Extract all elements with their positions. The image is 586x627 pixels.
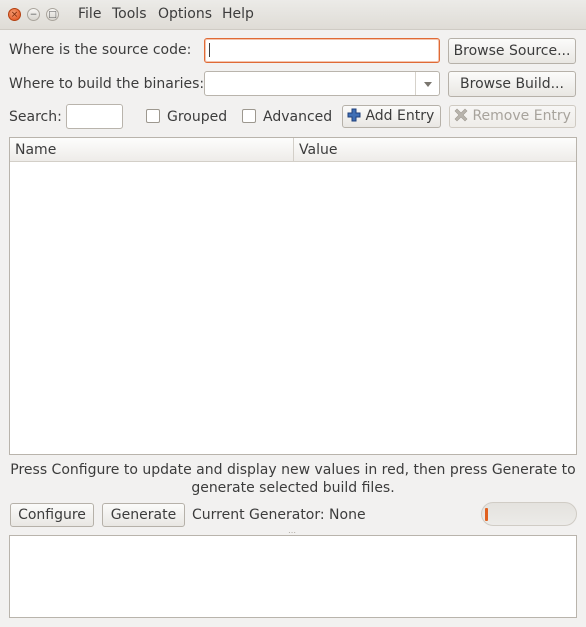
add-entry-label: Add Entry bbox=[365, 108, 435, 124]
text-caret bbox=[209, 43, 210, 57]
status-message: Press Configure to update and display ne… bbox=[10, 462, 576, 496]
column-header-value[interactable]: Value bbox=[299, 142, 337, 158]
title-bar: × − □ File Tools Options Help bbox=[0, 0, 586, 30]
search-label: Search: bbox=[9, 109, 62, 125]
browse-source-label: Browse Source... bbox=[453, 43, 571, 59]
source-label: Where is the source code: bbox=[9, 42, 192, 58]
chevron-down-icon[interactable] bbox=[415, 72, 439, 95]
grouped-label[interactable]: Grouped bbox=[167, 109, 227, 125]
menu-tools[interactable]: Tools bbox=[112, 6, 147, 22]
window-close-button[interactable]: × bbox=[8, 8, 21, 21]
advanced-checkbox[interactable] bbox=[242, 109, 256, 123]
column-header-name[interactable]: Name bbox=[15, 142, 56, 158]
remove-entry-label: Remove Entry bbox=[472, 108, 571, 124]
search-input[interactable] bbox=[66, 104, 123, 129]
menu-help[interactable]: Help bbox=[222, 6, 254, 22]
add-entry-button[interactable]: Add Entry bbox=[342, 105, 441, 128]
close-icon: × bbox=[10, 10, 19, 20]
current-generator: Current Generator: None bbox=[192, 507, 366, 523]
build-label: Where to build the binaries: bbox=[9, 76, 205, 92]
configure-button[interactable]: Configure bbox=[10, 503, 94, 527]
plus-icon bbox=[347, 108, 361, 122]
browse-build-button[interactable]: Browse Build... bbox=[448, 71, 576, 97]
remove-entry-button[interactable]: Remove Entry bbox=[449, 105, 576, 128]
browse-source-button[interactable]: Browse Source... bbox=[448, 38, 576, 64]
window-maximize-button[interactable]: □ bbox=[46, 8, 59, 21]
progress-bar bbox=[481, 502, 577, 526]
menu-file[interactable]: File bbox=[78, 6, 101, 22]
menu-options[interactable]: Options bbox=[158, 6, 212, 22]
generate-label: Generate bbox=[110, 507, 177, 523]
generate-button[interactable]: Generate bbox=[102, 503, 185, 527]
minimize-icon: − bbox=[29, 10, 38, 20]
window-minimize-button[interactable]: − bbox=[27, 8, 40, 21]
build-combobox[interactable] bbox=[204, 71, 440, 96]
advanced-label[interactable]: Advanced bbox=[263, 109, 332, 125]
table-header: Name Value bbox=[10, 138, 576, 162]
cache-table[interactable]: Name Value bbox=[9, 137, 577, 455]
browse-build-label: Browse Build... bbox=[460, 76, 564, 92]
column-divider[interactable] bbox=[293, 138, 294, 162]
x-icon bbox=[454, 108, 468, 122]
progress-fill bbox=[485, 508, 488, 521]
configure-label: Configure bbox=[18, 507, 86, 523]
output-log[interactable] bbox=[9, 535, 577, 618]
source-input[interactable] bbox=[204, 38, 440, 63]
maximize-icon: □ bbox=[48, 10, 57, 20]
grouped-checkbox[interactable] bbox=[146, 109, 160, 123]
